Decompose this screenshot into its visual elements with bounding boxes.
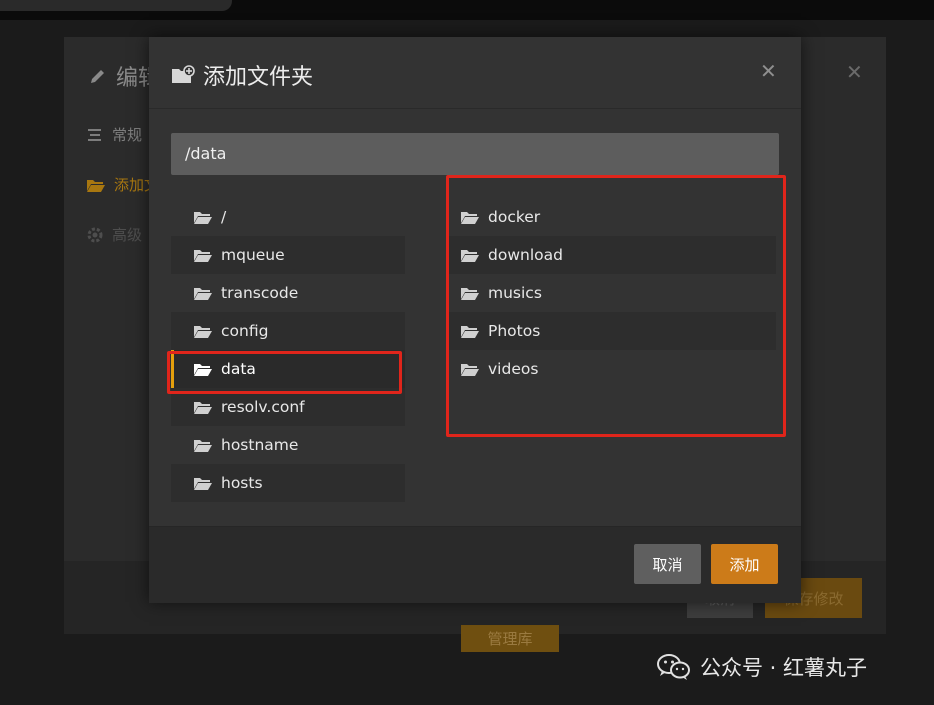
folder-open-icon: [460, 285, 480, 301]
list-item[interactable]: musics: [446, 274, 776, 312]
parent-folder-list: / mqueue transcode config data resolv.co…: [171, 198, 405, 502]
modal-footer: [149, 526, 801, 603]
folder-open-icon: [86, 177, 106, 193]
list-icon: [86, 127, 104, 143]
list-item[interactable]: hostname: [171, 426, 405, 464]
folder-add-icon: [171, 65, 195, 85]
close-icon[interactable]: ✕: [760, 59, 777, 83]
folder-open-icon: [193, 247, 213, 263]
list-item[interactable]: hosts: [171, 464, 405, 502]
list-item[interactable]: transcode: [171, 274, 405, 312]
list-item[interactable]: /: [171, 198, 405, 236]
list-item[interactable]: config: [171, 312, 405, 350]
list-item[interactable]: download: [446, 236, 776, 274]
folder-open-icon: [193, 475, 213, 491]
top-bar: [0, 0, 934, 20]
wechat-icon: [656, 652, 692, 682]
folder-open-icon: [193, 323, 213, 339]
pencil-icon: [88, 66, 108, 86]
folder-open-icon: [193, 437, 213, 453]
list-item[interactable]: Photos: [446, 312, 776, 350]
background-close-icon: ✕: [846, 60, 863, 84]
folder-open-icon: [193, 361, 213, 377]
background-manage-library-button: 管理库: [461, 625, 559, 652]
path-field[interactable]: /data: [171, 133, 779, 175]
watermark: 公众号 · 红薯丸子: [656, 652, 867, 682]
modal-header: 添加文件夹 ✕: [149, 37, 801, 109]
folder-open-icon: [193, 285, 213, 301]
background-nav-advanced: 高级: [86, 224, 142, 245]
background-nav-general: 常规: [86, 124, 142, 145]
subfolder-list: docker download musics Photos videos: [446, 198, 776, 388]
list-item[interactable]: docker: [446, 198, 776, 236]
add-button[interactable]: 添加: [711, 544, 778, 584]
folder-open-icon: [460, 361, 480, 377]
folder-open-icon: [193, 399, 213, 415]
folder-open-icon: [193, 209, 213, 225]
gear-icon: [86, 226, 104, 244]
folder-open-icon: [460, 209, 480, 225]
list-item[interactable]: videos: [446, 350, 776, 388]
top-bar-tab: [0, 0, 232, 11]
folder-open-icon: [460, 323, 480, 339]
modal-title: 添加文件夹: [171, 59, 313, 91]
list-item[interactable]: mqueue: [171, 236, 405, 274]
list-item[interactable]: resolv.conf: [171, 388, 405, 426]
add-folder-modal: 添加文件夹 ✕ /data / mqueue transcode config …: [149, 37, 801, 603]
cancel-button[interactable]: 取消: [634, 544, 701, 584]
folder-open-icon: [460, 247, 480, 263]
list-item-selected[interactable]: data: [171, 350, 405, 388]
